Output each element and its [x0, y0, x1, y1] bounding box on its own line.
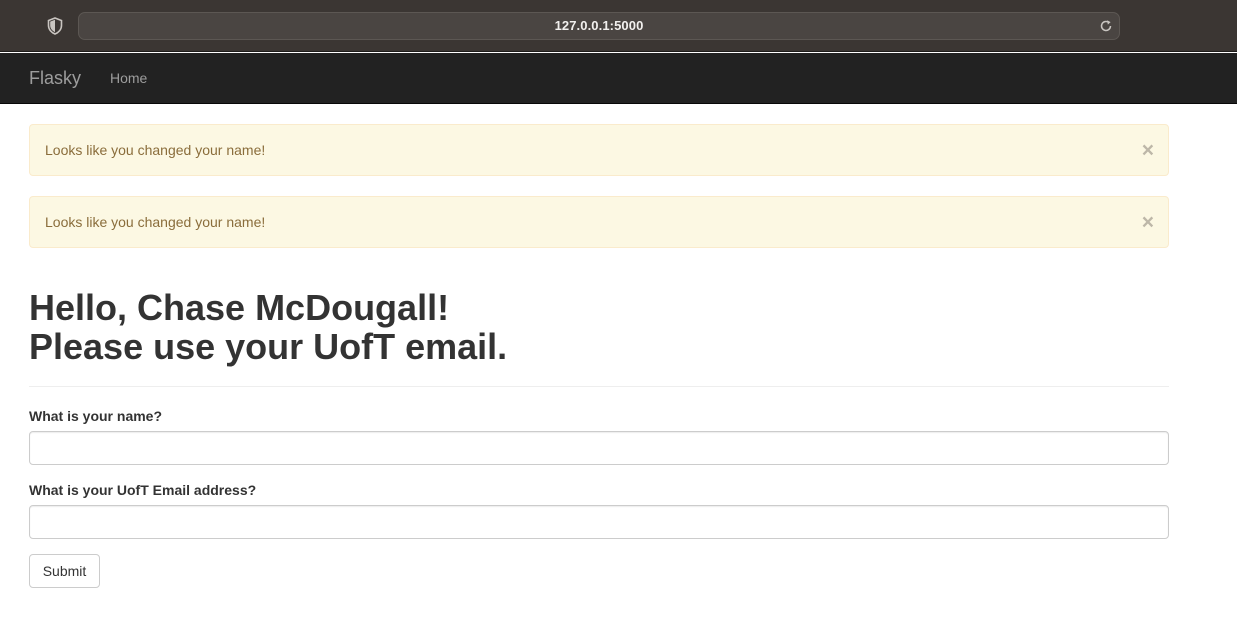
navbar: Flasky Home [0, 53, 1237, 104]
flash-alert: Looks like you changed your name! × [29, 196, 1169, 248]
shield-icon[interactable] [46, 17, 64, 35]
nav-item-home[interactable]: Home [110, 53, 147, 103]
email-label: What is your UofT Email address? [29, 482, 257, 498]
page-title: Hello, Chase McDougall! Please use your … [29, 288, 1169, 366]
submit-button[interactable]: Submit [29, 554, 100, 588]
browser-toolbar: 127.0.0.1:5000 [0, 0, 1237, 52]
name-label: What is your name? [29, 408, 163, 424]
name-input[interactable] [29, 431, 1169, 465]
alert-message: Looks like you changed your name! [45, 214, 266, 230]
navbar-brand[interactable]: Flasky [29, 53, 81, 103]
flash-alert: Looks like you changed your name! × [29, 124, 1169, 176]
email-input[interactable] [29, 505, 1169, 539]
greeting-text: Hello, Chase McDougall! [29, 287, 450, 328]
alert-message: Looks like you changed your name! [45, 142, 266, 158]
close-icon[interactable]: × [1142, 197, 1154, 249]
address-bar[interactable]: 127.0.0.1:5000 [78, 12, 1120, 40]
reload-icon[interactable] [1099, 19, 1113, 33]
instruction-text: Please use your UofT email. [29, 326, 508, 367]
close-icon[interactable]: × [1142, 125, 1154, 177]
page-header: Hello, Chase McDougall! Please use your … [29, 288, 1169, 387]
url-text[interactable]: 127.0.0.1:5000 [79, 13, 1119, 39]
